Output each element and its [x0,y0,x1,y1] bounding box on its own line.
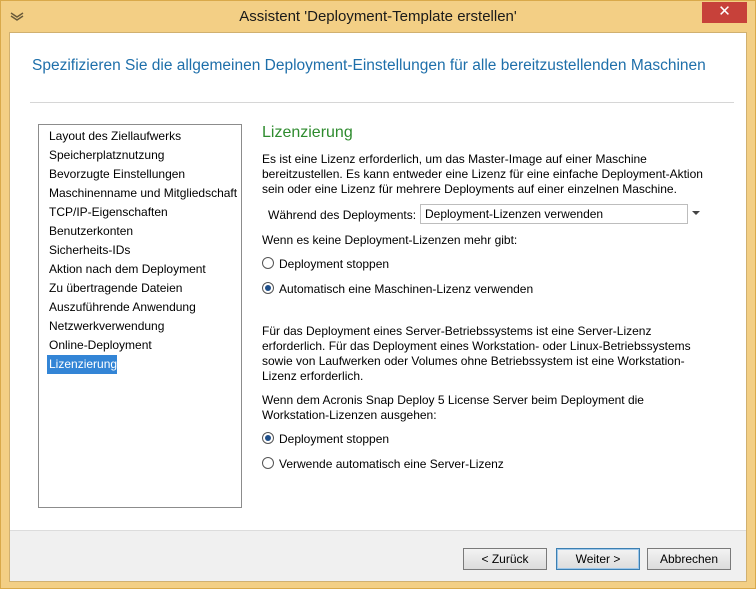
deployment-license-label: Während des Deployments: [268,208,417,222]
licensing-panel: Lizenzierung Es ist eine Lizenz erforder… [262,124,712,482]
license-intro-text: Es ist eine Lizenz erforderlich, um das … [262,152,703,196]
radio-label: Deployment stoppen [279,257,390,271]
radio-auto-server-license[interactable]: Verwende automatisch eine Server-Lizenz [262,457,712,482]
nav-item-storage[interactable]: Speicherplatznutzung [39,146,241,165]
header-divider [30,102,734,103]
nav-item-post-action[interactable]: Aktion nach dem Deployment [39,260,241,279]
nav-item-preferences[interactable]: Bevorzugte Einstellungen [39,165,241,184]
nav-item-tcpip[interactable]: TCP/IP-Eigenschaften [39,203,241,222]
window-title: Assistent 'Deployment-Template erstellen… [239,8,517,25]
section-title: Lizenzierung [262,124,353,141]
nav-item-files[interactable]: Zu übertragende Dateien [39,279,241,298]
nav-item-application[interactable]: Auszuführende Anwendung [39,298,241,317]
radio-icon[interactable] [262,257,274,269]
radio-auto-machine-license[interactable]: Automatisch eine Maschinen-Lizenz verwen… [262,282,712,307]
nav-item-layout[interactable]: Layout des Ziellaufwerks [39,127,241,146]
close-button[interactable]: ✕ [702,2,747,23]
wizard-window: Assistent 'Deployment-Template erstellen… [0,0,756,589]
deployment-license-select[interactable]: Deployment-Lizenzen verwenden [420,204,688,224]
radio-checked-icon[interactable] [262,432,274,444]
next-button[interactable]: Weiter > [556,548,640,570]
nav-item-network[interactable]: Netzwerkverwendung [39,317,241,336]
page-header: Spezifizieren Sie die allgemeinen Deploy… [32,57,706,74]
radio-stop-deployment-1[interactable]: Deployment stoppen [262,257,712,282]
back-button[interactable]: < Zurück [463,548,547,570]
client-area: Spezifizieren Sie die allgemeinen Deploy… [9,32,747,582]
nav-item-machine-name[interactable]: Maschinenname und Mitgliedschaft [39,184,241,203]
nav-item-licensing[interactable]: Lizenzierung [47,355,117,374]
settings-nav-list[interactable]: Layout des Ziellaufwerks Speicherplatznu… [38,124,242,508]
deployment-license-row: Während des Deployments: Deployment-Lize… [262,203,712,227]
server-license-info-text: Für das Deployment eines Server-Betriebs… [262,324,691,383]
radio-checked-icon[interactable] [262,282,274,294]
chevron-down-icon[interactable] [692,211,700,215]
nav-item-online-deployment[interactable]: Online-Deployment [39,336,241,355]
radio-label: Automatisch eine Maschinen-Lizenz verwen… [279,282,534,296]
nav-item-security-ids[interactable]: Sicherheits-IDs [39,241,241,260]
workstation-license-label: Wenn dem Acronis Snap Deploy 5 License S… [262,393,644,422]
no-licenses-label: Wenn es keine Deployment-Lizenzen mehr g… [262,233,518,247]
radio-stop-deployment-2[interactable]: Deployment stoppen [262,432,712,457]
nav-item-user-accounts[interactable]: Benutzerkonten [39,222,241,241]
cancel-button[interactable]: Abbrechen [647,548,731,570]
radio-label: Verwende automatisch eine Server-Lizenz [279,457,504,471]
radio-icon[interactable] [262,457,274,469]
title-bar[interactable]: Assistent 'Deployment-Template erstellen… [1,1,755,32]
radio-label: Deployment stoppen [279,432,390,446]
button-bar: < Zurück Weiter > Abbrechen [10,531,746,581]
